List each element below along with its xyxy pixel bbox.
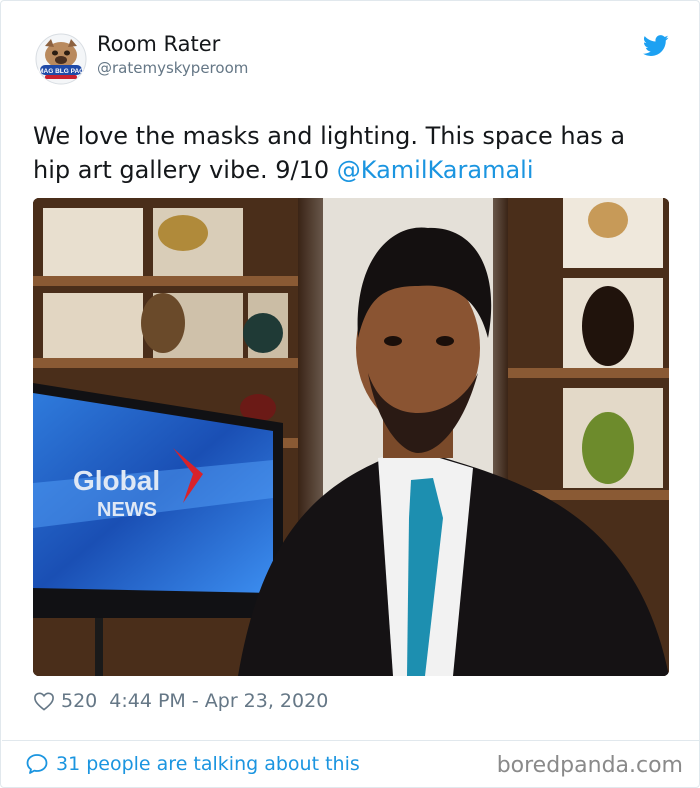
bulldog-avatar-icon: MAG BLG PAC	[35, 33, 87, 85]
tv-logo-line2: NEWS	[97, 499, 157, 521]
tv-logo-line1: Global	[73, 465, 160, 496]
tweet-photo[interactable]: Global NEWS	[33, 198, 669, 676]
heart-icon[interactable]	[33, 691, 55, 711]
account-handle[interactable]: @ratemyskyperoom	[97, 59, 248, 77]
tweet-body: We love the masks and lighting. This spa…	[33, 122, 626, 184]
tweet-meta: 520 4:44 PM - Apr 23, 2020	[33, 689, 328, 713]
watermark: boredpanda.com	[496, 753, 683, 778]
tweet-card: MAG BLG PAC Room Rater @ratemyskyperoom …	[0, 0, 700, 788]
divider	[2, 740, 699, 741]
speech-bubble-icon	[26, 754, 48, 774]
talking-label[interactable]: 31 people are talking about this	[56, 753, 360, 775]
room-photo-illustration: Global NEWS	[33, 198, 669, 676]
like-count[interactable]: 520	[61, 690, 97, 712]
mention-link[interactable]: @KamilKaramali	[337, 156, 534, 184]
avatar-badge-text: MAG BLG PAC	[38, 68, 84, 75]
avatar[interactable]: MAG BLG PAC	[35, 33, 87, 85]
tweet-text: We love the masks and lighting. This spa…	[33, 119, 653, 187]
display-name[interactable]: Room Rater	[97, 32, 220, 56]
talking-about-link[interactable]: 31 people are talking about this	[25, 751, 360, 777]
tweet-timestamp[interactable]: 4:44 PM - Apr 23, 2020	[109, 690, 328, 712]
twitter-bird-icon[interactable]	[643, 35, 669, 57]
